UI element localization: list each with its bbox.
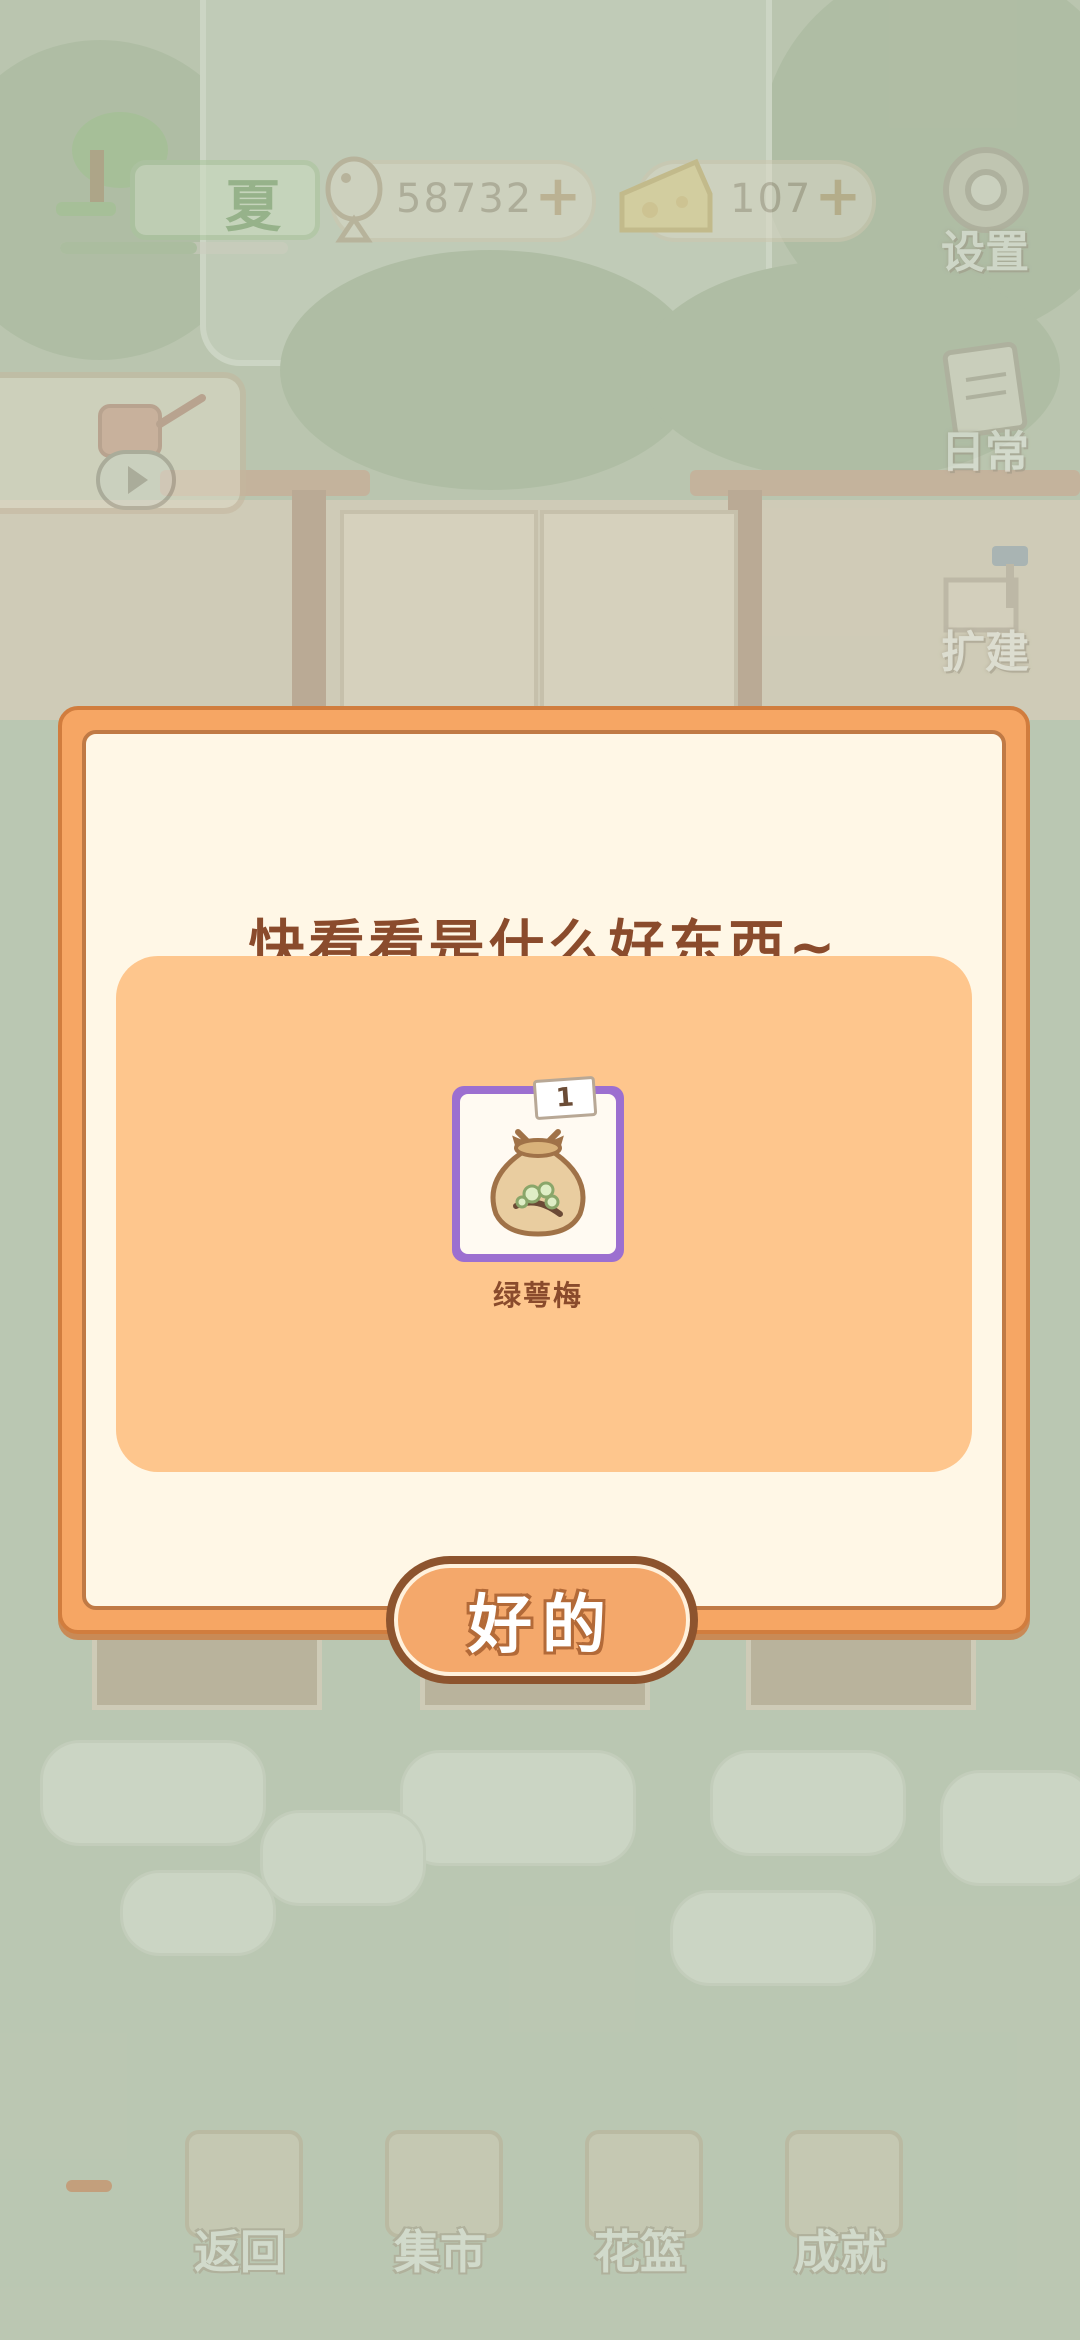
ok-button[interactable]: 好的 [386,1556,698,1684]
reward-quantity-badge: 1 [532,1075,598,1121]
reward-dialog: 快看看是什么好东西~ 1 绿萼梅 [58,706,1030,1634]
reward-dialog-panel: 快看看是什么好东西~ 1 绿萼梅 [82,730,1006,1610]
seed-bag-icon [490,1129,586,1237]
ok-button-label: 好的 [468,1589,616,1663]
reward-items-area: 1 绿萼梅 [116,956,972,1472]
reward-item-name: 绿萼梅 [492,1279,583,1312]
